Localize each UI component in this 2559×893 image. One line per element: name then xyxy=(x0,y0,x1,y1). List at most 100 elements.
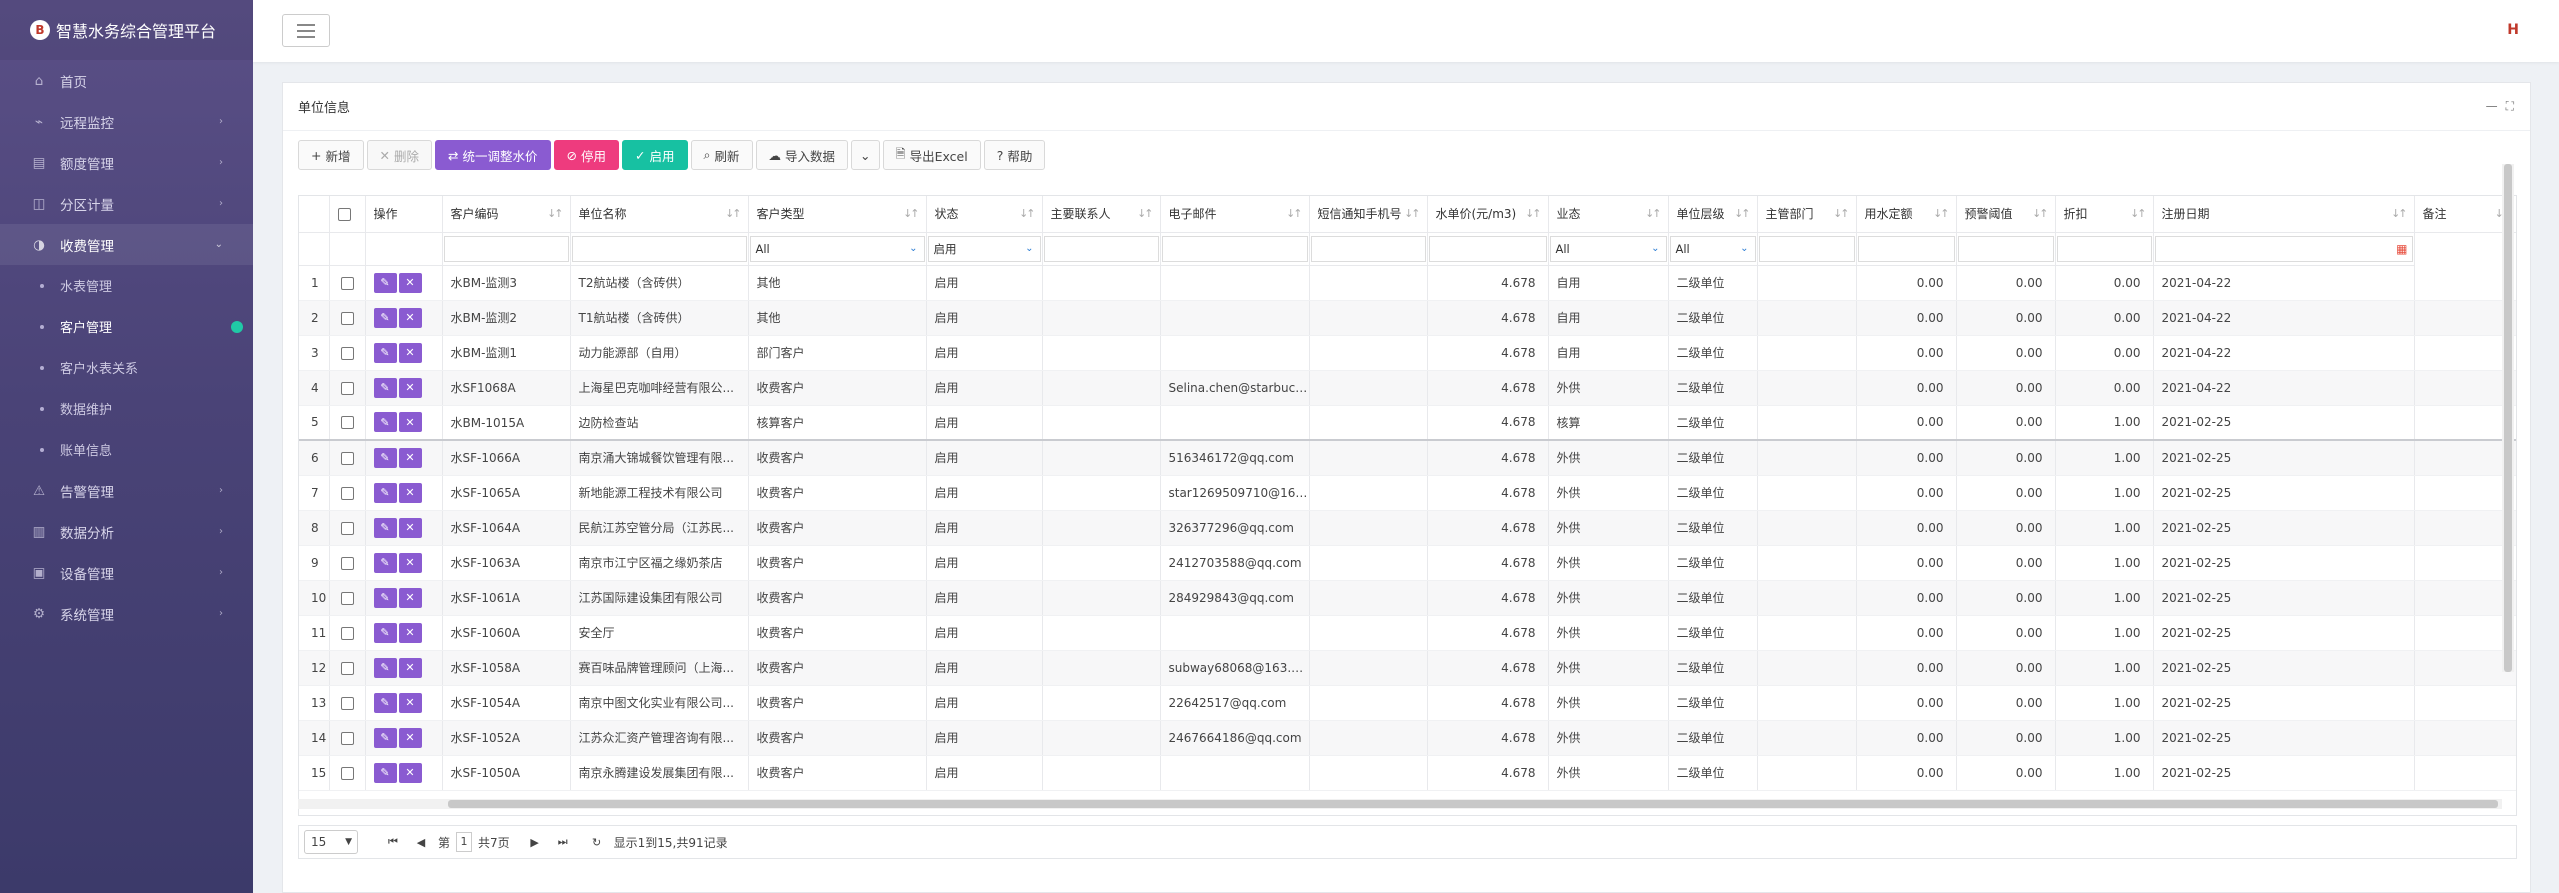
sidebar-subitem-3[interactable]: 数据维护 xyxy=(0,388,253,429)
column-header-1[interactable]: 客户编码 ↓↑ xyxy=(442,196,571,233)
edit-icon[interactable]: ✎ xyxy=(373,307,397,328)
table-row[interactable]: 11 ✎ ✕ 水SF-1060A 安全厅 收费客户 启用 4.678 外供 二级单位 0.00 0.0… xyxy=(299,615,2516,651)
sidebar-item-4[interactable]: ◑ 收费管理 ⌄ xyxy=(0,224,253,265)
column-header-11[interactable]: 主管部门 ↓↑ xyxy=(1757,196,1857,233)
row-checkbox[interactable] xyxy=(340,626,354,640)
reload-icon[interactable]: ↻ xyxy=(586,836,608,849)
column-header-4[interactable]: 状态 ↓↑ xyxy=(926,196,1043,233)
row-checkbox[interactable] xyxy=(340,416,354,430)
delete-icon[interactable]: ✕ xyxy=(398,552,422,573)
next-page-icon[interactable]: ▶ xyxy=(524,836,546,849)
filter-reg-date[interactable]: ▦ xyxy=(2154,235,2413,262)
column-header-9[interactable]: 业态 ↓↑ xyxy=(1548,196,1669,233)
table-row[interactable]: 15 ✎ ✕ 水SF-1050A 南京永腾建设发展集团有限... 收费客户 启用 4.678 外… xyxy=(299,755,2516,791)
enable-button[interactable]: ✓ 启用 xyxy=(622,140,688,170)
row-checkbox[interactable] xyxy=(340,731,354,745)
row-checkbox[interactable] xyxy=(340,311,354,325)
column-header-8[interactable]: 水单价(元/m3) ↓↑ xyxy=(1427,196,1549,233)
filter-contact[interactable] xyxy=(1043,235,1159,262)
delete-icon[interactable]: ✕ xyxy=(398,762,422,783)
row-checkbox[interactable] xyxy=(340,661,354,675)
edit-icon[interactable]: ✎ xyxy=(373,342,397,363)
row-checkbox[interactable] xyxy=(340,276,354,290)
disable-button[interactable]: ⊘ 停用 xyxy=(553,140,619,170)
filter-email[interactable] xyxy=(1161,235,1308,262)
prev-page-icon[interactable]: ◀ xyxy=(410,836,432,849)
edit-icon[interactable]: ✎ xyxy=(373,727,397,748)
sidebar-subitem-0[interactable]: 水表管理 xyxy=(0,265,253,306)
sidebar-subitem-4[interactable]: 账单信息 xyxy=(0,429,253,470)
column-header-13[interactable]: 预警阈值 ↓↑ xyxy=(1956,196,2056,233)
edit-icon[interactable]: ✎ xyxy=(373,272,397,293)
delete-icon[interactable]: ✕ xyxy=(398,307,422,328)
filter-code[interactable] xyxy=(443,235,569,262)
delete-icon[interactable]: ✕ xyxy=(398,587,422,608)
table-row[interactable]: 13 ✎ ✕ 水SF-1054A 南京中图文化实业有限公司... 收费客户 启用 226425… xyxy=(299,685,2516,721)
delete-icon[interactable]: ✕ xyxy=(398,482,422,503)
edit-icon[interactable]: ✎ xyxy=(373,622,397,643)
table-row[interactable]: 6 ✎ ✕ 水SF-1066A 南京涌大锦城餐饮管理有限... 收费客户 启用 5163461… xyxy=(299,440,2516,476)
refresh-button[interactable]: ⌕ 刷新 xyxy=(690,140,753,170)
delete-icon[interactable]: ✕ xyxy=(398,447,422,468)
sidebar-item-0[interactable]: ⌂ 首页 xyxy=(0,60,253,101)
delete-icon[interactable]: ✕ xyxy=(398,272,422,293)
edit-icon[interactable]: ✎ xyxy=(373,517,397,538)
edit-icon[interactable]: ✎ xyxy=(373,447,397,468)
sidebar-item-7[interactable]: ▣ 设备管理 › xyxy=(0,552,253,593)
delete-icon[interactable]: ✕ xyxy=(398,342,422,363)
column-header-6[interactable]: 电子邮件 ↓↑ xyxy=(1160,196,1310,233)
edit-icon[interactable]: ✎ xyxy=(373,587,397,608)
vertical-scrollbar[interactable] xyxy=(2502,164,2514,672)
column-header-3[interactable]: 客户类型 ↓↑ xyxy=(748,196,927,233)
page-size-select[interactable]: 15 ▼ xyxy=(304,830,358,854)
sidebar-item-2[interactable]: ▤ 额度管理 › xyxy=(0,142,253,183)
table-row[interactable]: 1 ✎ ✕ 水BM-监测3 T2航站楼（含砖供） 其他 启用 4.678 自用 二级单位 0.00 0… xyxy=(299,265,2516,301)
select-all-checkbox[interactable] xyxy=(337,207,351,221)
table-row[interactable]: 12 ✎ ✕ 水SF-1058A 赛百味品牌管理顾问（上海... 收费客户 启用 subway… xyxy=(299,650,2516,686)
minimize-icon[interactable]: — xyxy=(2486,99,2498,114)
menu-toggle-button[interactable] xyxy=(282,14,330,47)
delete-icon[interactable]: ✕ xyxy=(398,377,422,398)
import-dropdown-button[interactable]: ⌄ xyxy=(851,140,880,170)
column-header-12[interactable]: 用水定额 ↓↑ xyxy=(1856,196,1957,233)
fullscreen-icon[interactable]: ⛶ xyxy=(2506,99,2514,114)
filter-price[interactable] xyxy=(1428,235,1547,262)
last-page-icon[interactable]: ⏭ xyxy=(552,835,574,849)
edit-icon[interactable]: ✎ xyxy=(373,762,397,783)
filter-phone[interactable] xyxy=(1310,235,1426,262)
delete-icon[interactable]: ✕ xyxy=(398,692,422,713)
delete-icon[interactable]: ✕ xyxy=(398,657,422,678)
sidebar-item-1[interactable]: ⌁ 远程监控 › xyxy=(0,101,253,142)
column-header-0[interactable]: 操作 xyxy=(365,196,443,233)
sidebar-item-6[interactable]: ▥ 数据分析 › xyxy=(0,511,253,552)
filter-customer-type[interactable]: All ⌄ xyxy=(749,235,925,262)
delete-icon[interactable]: ✕ xyxy=(398,517,422,538)
table-row[interactable]: 4 ✎ ✕ 水SF1068A 上海星巴克咖啡经营有限公... 收费客户 启用 Selina.c… xyxy=(299,370,2516,406)
filter-warning[interactable] xyxy=(1957,235,2054,262)
table-row[interactable]: 10 ✎ ✕ 水SF-1061A 江苏国际建设集团有限公司 收费客户 启用 284929843… xyxy=(299,580,2516,616)
table-row[interactable]: 14 ✎ ✕ 水SF-1052A 江苏众汇资产管理咨询有限... 收费客户 启用 246766… xyxy=(299,720,2516,756)
page-number-input[interactable]: 1 xyxy=(456,832,473,852)
delete-icon[interactable]: ✕ xyxy=(398,622,422,643)
table-row[interactable]: 9 ✎ ✕ 水SF-1063A 南京市江宁区福之缘奶茶店 收费客户 启用 2412703588… xyxy=(299,545,2516,581)
edit-icon[interactable]: ✎ xyxy=(373,412,397,433)
column-header-10[interactable]: 单位层级 ↓↑ xyxy=(1668,196,1758,233)
edit-icon[interactable]: ✎ xyxy=(373,482,397,503)
add-button[interactable]: + 新增 xyxy=(298,140,364,170)
adjust-price-button[interactable]: ⇄ 统一调整水价 xyxy=(435,140,551,170)
row-checkbox[interactable] xyxy=(340,696,354,710)
row-checkbox[interactable] xyxy=(340,521,354,535)
delete-icon[interactable]: ✕ xyxy=(398,727,422,748)
filter-status[interactable]: 启用 ⌄ xyxy=(927,235,1041,262)
row-checkbox[interactable] xyxy=(340,556,354,570)
column-header-2[interactable]: 单位名称 ↓↑ xyxy=(570,196,749,233)
column-header-5[interactable]: 主要联系人 ↓↑ xyxy=(1042,196,1161,233)
edit-icon[interactable]: ✎ xyxy=(373,692,397,713)
filter-unit-level[interactable]: All ⌄ xyxy=(1669,235,1756,262)
column-header-14[interactable]: 折扣 ↓↑ xyxy=(2055,196,2154,233)
filter-discount[interactable] xyxy=(2056,235,2152,262)
column-header-15[interactable]: 注册日期 ↓↑ xyxy=(2153,196,2415,233)
row-checkbox[interactable] xyxy=(340,486,354,500)
filter-quota[interactable] xyxy=(1857,235,1955,262)
table-row[interactable]: 3 ✎ ✕ 水BM-监测1 动力能源部（自用） 部门客户 启用 4.678 自用 二级单位 0.00… xyxy=(299,335,2516,371)
